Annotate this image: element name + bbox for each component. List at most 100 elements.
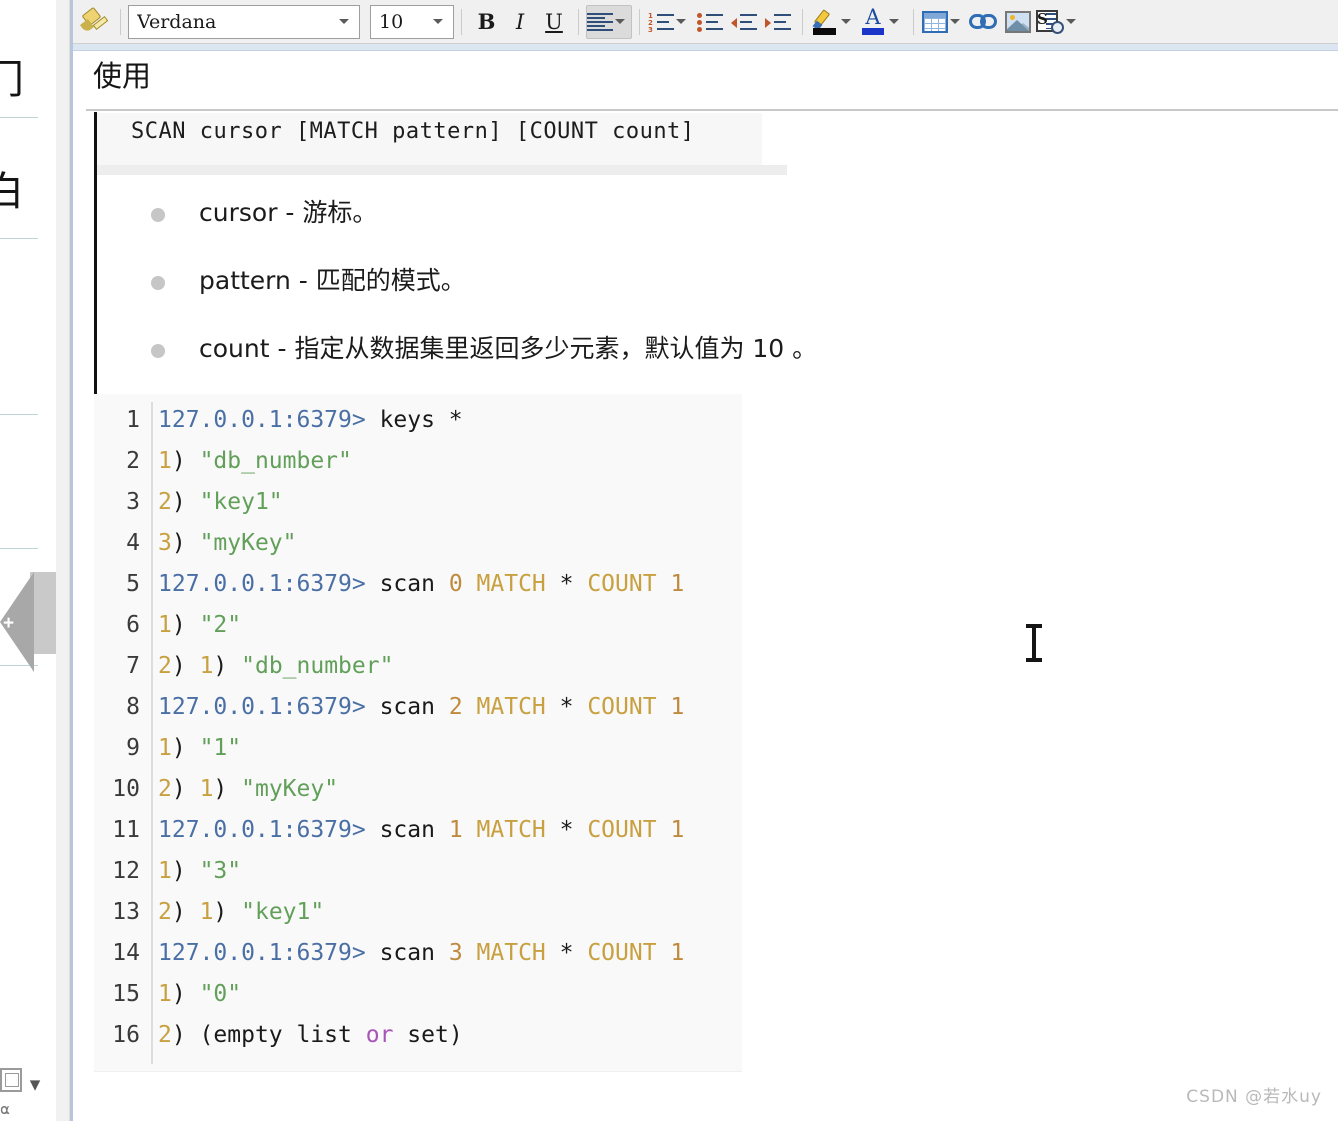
code-token: 127.0.0.1:6379> bbox=[158, 694, 380, 720]
font-size-select[interactable]: 10 bbox=[370, 4, 454, 39]
resize-corner-icon[interactable]: ⍺ bbox=[0, 1100, 20, 1120]
code-line-text: 2) 1) "key1" bbox=[142, 892, 324, 933]
code-token: 127.0.0.1:6379> bbox=[158, 940, 380, 966]
italic-button[interactable]: I bbox=[503, 5, 537, 39]
code-line-text: 1) "0" bbox=[142, 974, 241, 1015]
code-token: 1 bbox=[199, 653, 214, 679]
italic-icon: I bbox=[515, 9, 525, 34]
code-token: 1 bbox=[670, 940, 685, 966]
code-line-number: 3 bbox=[126, 489, 140, 515]
code-token: COUNT bbox=[587, 694, 657, 720]
code-token: keys * bbox=[379, 407, 463, 433]
panel-expand-arrow-icon[interactable]: + bbox=[0, 572, 34, 672]
image-icon bbox=[1005, 10, 1031, 33]
code-line-text: 2) (empty list or set) bbox=[142, 1015, 463, 1056]
code-token: COUNT bbox=[587, 940, 657, 966]
code-line: 13 2) 1) "key1" bbox=[94, 892, 742, 933]
underline-button[interactable]: U bbox=[537, 5, 571, 39]
toolbar-divider bbox=[461, 8, 462, 35]
font-color-button[interactable]: A bbox=[858, 5, 906, 39]
code-token: "db_number" bbox=[199, 448, 352, 474]
chevron-down-icon[interactable]: ▾ bbox=[22, 1072, 48, 1098]
underline-icon: U bbox=[545, 9, 563, 34]
chevron-down-icon[interactable] bbox=[676, 19, 686, 24]
ghost-char-1: 门 bbox=[0, 57, 24, 103]
bullet-dot-icon bbox=[151, 343, 165, 358]
list-item-label: cursor - 游标。 bbox=[199, 198, 378, 227]
code-line-text: 3) "myKey" bbox=[142, 523, 297, 564]
toolbar-divider bbox=[639, 8, 640, 35]
font-family-value: Verdana bbox=[137, 10, 217, 33]
code-line-text: 2) 1) "db_number" bbox=[142, 646, 393, 687]
toolbar-divider bbox=[120, 8, 121, 35]
chevron-down-icon[interactable] bbox=[339, 19, 349, 24]
code-block[interactable]: 1 127.0.0.1:6379> keys * 2 1) "db_number" 3 2… bbox=[94, 394, 742, 1071]
font-size-value: 10 bbox=[379, 10, 404, 33]
left-rule bbox=[0, 238, 38, 239]
font-family-select[interactable]: Verdana bbox=[128, 4, 360, 39]
code-line-number: 1 bbox=[126, 407, 140, 433]
code-line: 14 127.0.0.1:6379> scan 3 MATCH * COUNT 1 bbox=[94, 933, 742, 974]
code-token: 127.0.0.1:6379> bbox=[158, 407, 380, 433]
insert-image-button[interactable] bbox=[1001, 5, 1035, 39]
chevron-down-icon[interactable] bbox=[615, 19, 625, 24]
code-line-number: 7 bbox=[126, 653, 140, 679]
code-token: ) bbox=[171, 858, 200, 884]
chevron-down-icon[interactable] bbox=[950, 19, 960, 24]
code-token: MATCH bbox=[476, 940, 546, 966]
thumbnail-icon[interactable] bbox=[0, 1068, 22, 1092]
align-button[interactable] bbox=[586, 4, 632, 39]
chevron-down-icon[interactable] bbox=[841, 19, 851, 24]
list-item-label: pattern - 匹配的模式。 bbox=[199, 265, 466, 295]
page-title: 使用 bbox=[93, 59, 152, 93]
code-token: 1 bbox=[670, 817, 685, 843]
code-token: * bbox=[545, 571, 588, 597]
code-token: scan bbox=[379, 817, 449, 843]
highlight-button[interactable] bbox=[810, 5, 858, 39]
code-line: 16 2) (empty list or set) bbox=[94, 1015, 742, 1056]
watermark: CSDN @若水uy bbox=[1186, 1087, 1322, 1107]
code-token: MATCH bbox=[476, 571, 546, 597]
code-token: 2 bbox=[158, 489, 172, 515]
bold-icon: B bbox=[477, 9, 496, 34]
bullet-dot-icon bbox=[151, 275, 165, 290]
chevron-down-icon[interactable] bbox=[433, 19, 443, 24]
left-rule bbox=[0, 548, 38, 549]
chevron-down-icon[interactable] bbox=[1066, 19, 1076, 24]
align-left-icon bbox=[587, 12, 613, 32]
insert-link-button[interactable] bbox=[967, 5, 1001, 39]
chevron-down-icon[interactable] bbox=[889, 19, 899, 24]
insert-special-button[interactable]: S bbox=[1035, 5, 1083, 39]
code-token: 0 bbox=[448, 571, 463, 597]
link-chain-icon bbox=[969, 12, 999, 32]
code-line: 11 127.0.0.1:6379> scan 1 MATCH * COUNT 1 bbox=[94, 810, 742, 851]
format-painter-button[interactable] bbox=[79, 5, 113, 39]
bold-button[interactable]: B bbox=[469, 5, 503, 39]
editor-left-gutter bbox=[56, 0, 70, 1121]
code-token: 1 bbox=[670, 694, 685, 720]
decrease-indent-button[interactable] bbox=[727, 5, 761, 39]
code-token: 2 bbox=[158, 1022, 172, 1048]
insert-table-button[interactable] bbox=[921, 5, 967, 39]
increase-indent-button[interactable] bbox=[761, 5, 795, 39]
code-token: MATCH bbox=[476, 817, 546, 843]
code-line-text: 1) "db_number" bbox=[142, 441, 352, 482]
code-token: 1 bbox=[199, 899, 214, 925]
code-token: COUNT bbox=[587, 571, 657, 597]
code-line: 1 127.0.0.1:6379> keys * bbox=[94, 400, 742, 441]
highlighter-pen-icon bbox=[811, 8, 839, 36]
numbered-list-button[interactable]: 1 2 3 bbox=[647, 5, 693, 39]
document-body[interactable]: 使用 SCAN cursor [MATCH pattern] [COUNT co… bbox=[73, 51, 1338, 1072]
code-token: ) bbox=[171, 735, 200, 761]
code-line-number: 5 bbox=[126, 571, 140, 597]
code-token: 2 bbox=[158, 653, 172, 679]
bulleted-list-button[interactable] bbox=[693, 5, 727, 39]
code-token: COUNT bbox=[587, 817, 657, 843]
code-token: scan bbox=[379, 571, 449, 597]
